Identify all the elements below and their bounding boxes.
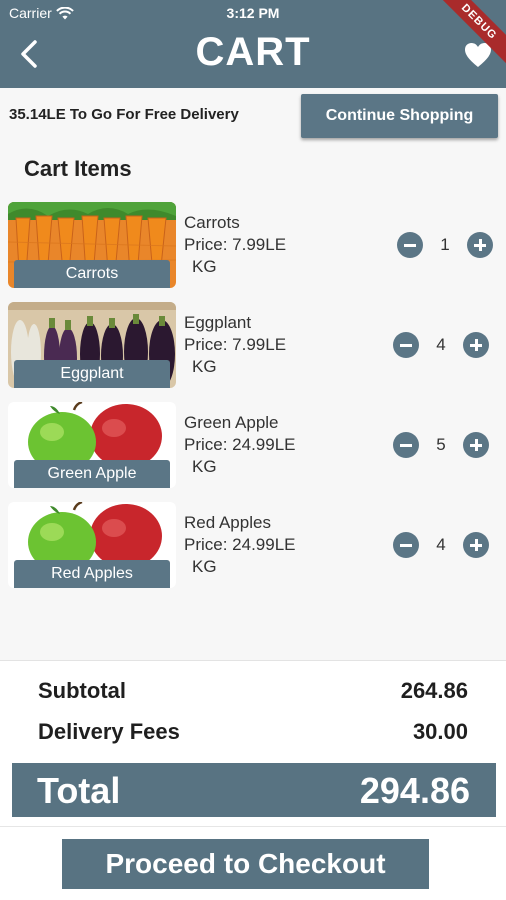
decrease-quantity-button[interactable] [393,432,419,458]
product-image-red-apples[interactable]: Red Apples [8,502,176,588]
increase-quantity-button[interactable] [463,532,489,558]
cart-item-green-apple: Green Apple Green Apple Price: 24.99LE K… [0,402,506,492]
item-price: Price: 7.99LE [184,335,287,354]
total-value: 294.86 [359,770,470,811]
product-label: Red Apples [14,560,170,588]
quantity-value: 5 [436,435,446,454]
item-unit: KG [192,457,217,476]
cart-item-carrots: Carrots Carrots Price: 7.99LE KG 1 [0,202,506,292]
app-header: Carrier 3:12 PM CART DEBUG [0,0,506,88]
quantity-value: 4 [436,535,446,554]
product-image-green-apple[interactable]: Green Apple [8,402,176,488]
increase-quantity-button[interactable] [467,232,493,258]
total-bar: Total 294.86 [12,763,496,817]
item-details: Carrots Price: 7.99LE KG [184,212,286,278]
item-price: Price: 7.99LE [184,235,287,254]
quantity-stepper: 4 [393,332,493,358]
item-unit: KG [192,557,217,576]
status-bar: Carrier 3:12 PM [0,5,506,23]
quantity-stepper: 1 [397,232,497,258]
product-image-eggplant[interactable]: Eggplant [8,302,176,388]
item-details: Green Apple Price: 24.99LE KG [184,412,296,478]
item-unit: KG [192,357,217,376]
item-name: Green Apple [184,413,279,432]
item-price: Price: 24.99LE [184,535,296,554]
item-name: Red Apples [184,513,271,532]
item-details: Red Apples Price: 24.99LE KG [184,512,296,578]
item-price: Price: 24.99LE [184,435,296,454]
item-name: Carrots [184,213,240,232]
quantity-value: 4 [436,335,446,354]
quantity-stepper: 5 [393,432,493,458]
free-delivery-message: 35.14LE To Go For Free Delivery [9,106,239,123]
item-details: Eggplant Price: 7.99LE KG [184,312,286,378]
product-label: Green Apple [14,460,170,488]
cart-item-eggplant: Eggplant Eggplant Price: 7.99LE KG 4 [0,302,506,392]
delivery-fees-value: 30.00 [412,719,468,744]
subtotal-label: Subtotal [38,678,126,703]
product-label: Eggplant [14,360,170,388]
product-image-carrots[interactable]: Carrots [8,202,176,288]
subtotal-value: 264.86 [400,678,468,703]
increase-quantity-button[interactable] [463,432,489,458]
quantity-value: 1 [440,235,450,254]
decrease-quantity-button[interactable] [397,232,423,258]
product-label: Carrots [14,260,170,288]
continue-shopping-button[interactable]: Continue Shopping [301,94,498,138]
total-label: Total [37,770,121,811]
page-title: CART [195,30,311,74]
decrease-quantity-button[interactable] [393,532,419,558]
divider [0,826,506,827]
delivery-fees-label: Delivery Fees [38,719,180,744]
quantity-stepper: 4 [393,532,493,558]
item-name: Eggplant [184,313,252,332]
proceed-to-checkout-button[interactable]: Proceed to Checkout [62,839,429,889]
increase-quantity-button[interactable] [463,332,489,358]
status-time: 3:12 PM [226,5,280,21]
item-unit: KG [192,257,217,276]
cart-item-red-apples: Red Apples Red Apples Price: 24.99LE KG … [0,502,506,592]
decrease-quantity-button[interactable] [393,332,419,358]
cart-items-heading: Cart Items [24,156,132,181]
